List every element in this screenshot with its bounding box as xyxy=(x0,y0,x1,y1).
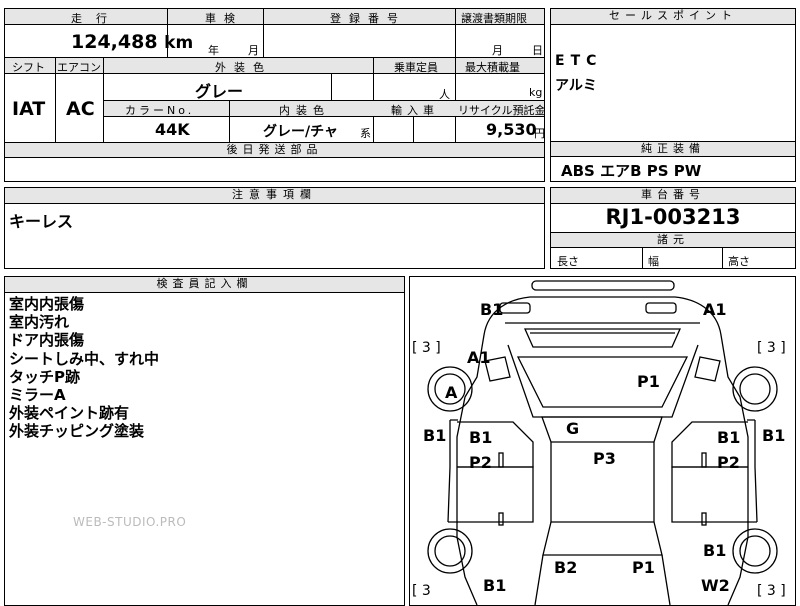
inspector-note: シートしみ中、すれ中 xyxy=(9,349,160,368)
inspector-note: 外装ペイント跡有 xyxy=(9,404,130,423)
exterior-label: 外装色 xyxy=(215,61,272,74)
inspector-note: 室内汚れ xyxy=(9,313,70,332)
capacity-label: 乗車定員 xyxy=(394,61,438,74)
notes-label: 注意事項欄 xyxy=(5,188,544,204)
mark-trunk-right: P1 xyxy=(632,558,655,577)
interior-suffix: 系 xyxy=(360,127,371,140)
inspector-note: ドア内張傷 xyxy=(9,331,85,350)
dims-height: 高さ xyxy=(728,255,750,268)
recycle-value: 9,530 xyxy=(486,120,537,139)
genuine-box: 純正装備 ABS エアB PS PW xyxy=(550,141,796,182)
registration-label: 登録番号 xyxy=(330,12,406,25)
mark-side-left: B1 xyxy=(423,426,447,445)
car-diagram-box: [ 3 ] [ 3 ] [ 3 [ 3 ] B1 A1 A1 A P1 G B1… xyxy=(409,276,796,606)
mark-rear-right: W2 xyxy=(701,576,730,595)
notes-box: 注意事項欄 キーレス xyxy=(4,187,545,269)
mark-rear-fender-right: B1 xyxy=(703,541,727,560)
shift-label: シフト xyxy=(12,61,45,74)
tire-right-bottom-label: [ 3 ] xyxy=(757,583,786,599)
transfer-day-unit: 日 xyxy=(532,44,543,57)
capacity-unit: 人 xyxy=(439,88,450,101)
inspection-month-unit: 月 xyxy=(248,44,259,57)
import-label: 輸入車 xyxy=(391,104,439,117)
recycle-unit: 円 xyxy=(534,127,545,140)
interior-label: 内装色 xyxy=(279,104,330,117)
exterior-value: グレー xyxy=(195,82,244,101)
inspection-label: 車検 xyxy=(205,12,243,25)
top-info-table: 走行 車検 登録番号 譲渡書類期限 124,488 km 年 月 月 日 xyxy=(4,8,545,58)
dims-length: 長さ xyxy=(557,255,579,268)
mileage-unit: km xyxy=(164,33,194,53)
sales-point-2: アルミ xyxy=(555,78,597,94)
later-parts-label: 後日発送部品 xyxy=(5,143,544,158)
genuine-value: ABS エアB PS PW xyxy=(561,162,702,180)
chassis-box: 車台番号 RJ1-003213 諸元 長さ 幅 高さ xyxy=(550,187,796,269)
mark-center: P3 xyxy=(593,449,616,468)
inspector-note: 室内内張傷 xyxy=(9,295,85,313)
mark-wheel-left: A xyxy=(445,383,458,402)
transfer-label: 譲渡書類期限 xyxy=(461,12,527,25)
mileage-value: 124,488 km xyxy=(71,31,194,53)
mark-front-bumper-right: A1 xyxy=(703,300,727,319)
mark-side-right: B1 xyxy=(762,426,786,445)
tire-right-top-label: [ 3 ] xyxy=(757,340,786,356)
tire-left-bottom-label: [ 3 xyxy=(412,583,431,599)
shift-value: IAT xyxy=(12,98,46,120)
watermark: WEB-STUDIO.PRO xyxy=(73,515,187,529)
max-load-label: 最大積載量 xyxy=(465,61,520,74)
dims-label: 諸元 xyxy=(551,233,795,248)
aircon-label: エアコン xyxy=(57,61,101,74)
inspector-label: 検査員記入欄 xyxy=(5,277,404,293)
mark-roof: G xyxy=(566,419,580,438)
transfer-month-unit: 月 xyxy=(492,44,503,57)
notes-value: キーレス xyxy=(9,212,74,231)
color-no-value: 44K xyxy=(155,120,190,139)
sales-points-box: セールスポイント ETC アルミ xyxy=(550,8,796,142)
mark-fender-left: A1 xyxy=(467,348,491,367)
color-no-label: カラーNo. xyxy=(125,104,195,117)
spec-table: シフト エアコン 外装色 乗車定員 最大積載量 IAT AC グレー 人 kg … xyxy=(4,57,545,143)
mark-front-door-right-p: P2 xyxy=(717,453,740,472)
mileage-label: 走行 xyxy=(71,12,121,25)
later-parts-box: 後日発送部品 xyxy=(4,142,545,182)
mark-trunk-left: B2 xyxy=(554,558,578,577)
inspector-box: 検査員記入欄 室内内張傷 室内汚れ ドア内張傷 シートしみ中、すれ中 タッチP跡… xyxy=(4,276,405,606)
chassis-label: 車台番号 xyxy=(551,188,795,204)
mark-front-bumper-left: B1 xyxy=(480,300,504,319)
tire-left-top-label: [ 3 ] xyxy=(412,340,441,356)
mark-rear-left: B1 xyxy=(483,576,507,595)
inspector-note: ミラーA xyxy=(9,386,66,405)
inspector-note: 外装チッピング塗装 xyxy=(9,422,145,441)
sales-point-1: ETC xyxy=(555,53,603,69)
inspector-note: タッチP跡 xyxy=(9,367,80,386)
inspection-year-unit: 年 xyxy=(208,44,219,57)
dims-width: 幅 xyxy=(648,255,659,268)
mark-hood: P1 xyxy=(637,372,660,391)
sales-points-label: セールスポイント xyxy=(551,9,795,25)
aircon-value: AC xyxy=(66,98,95,120)
mark-front-door-right-b: B1 xyxy=(717,428,741,447)
interior-value: グレー/チャ xyxy=(263,124,338,140)
mark-front-door-left-b: B1 xyxy=(469,428,493,447)
load-unit: kg xyxy=(529,86,543,99)
mark-front-door-left-p: P2 xyxy=(469,453,492,472)
recycle-label: リサイクル預託金 xyxy=(458,104,546,117)
genuine-label: 純正装備 xyxy=(551,142,795,157)
chassis-value: RJ1-003213 xyxy=(605,205,741,229)
